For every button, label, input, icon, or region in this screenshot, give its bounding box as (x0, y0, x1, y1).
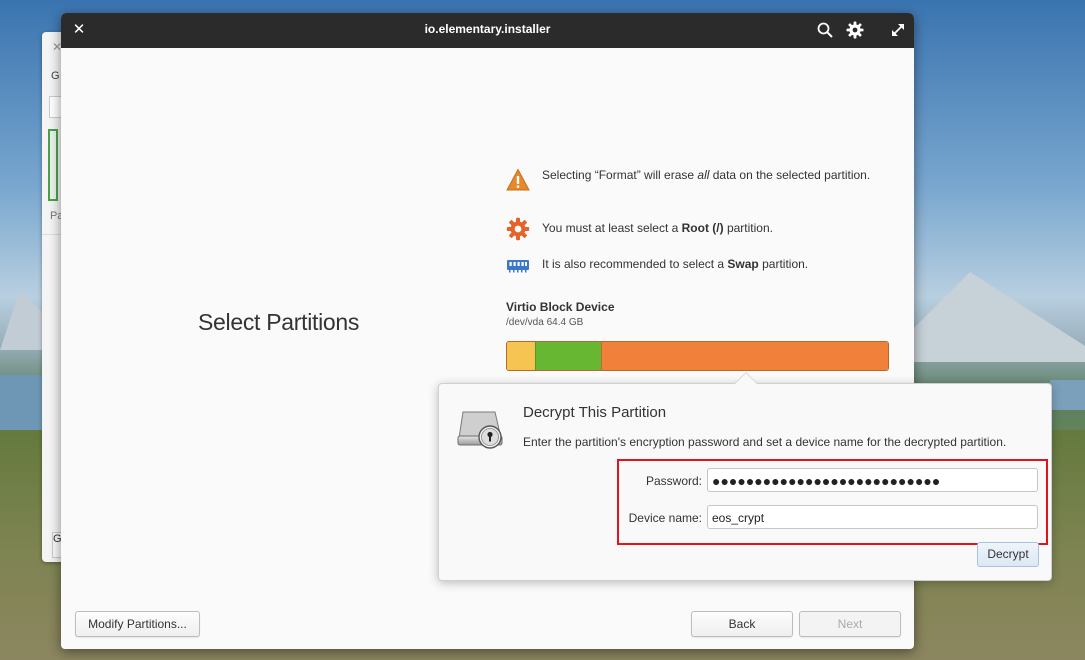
modify-partitions-button[interactable]: Modify Partitions... (75, 611, 200, 637)
memory-icon (507, 260, 529, 273)
partition-segment[interactable] (507, 342, 536, 370)
background-lake (1050, 380, 1085, 410)
titlebar: ✕ io.elementary.installer (61, 13, 914, 48)
partition-bar (506, 341, 889, 371)
device-name: Virtio Block Device (506, 300, 615, 314)
decrypt-popover: Decrypt This Partition Enter the partiti… (438, 372, 1052, 581)
next-button[interactable]: Next (799, 611, 901, 637)
close-button[interactable]: ✕ (71, 21, 87, 39)
device-name-label: Device name: (628, 511, 702, 525)
gear-icon[interactable] (846, 21, 864, 39)
partition-segment[interactable] (535, 342, 601, 370)
page-title: Select Partitions (198, 309, 360, 335)
popover-arrow (734, 372, 758, 384)
device-name-field[interactable]: eos_crypt (707, 505, 1038, 529)
search-icon[interactable] (816, 21, 834, 39)
password-field[interactable]: ●●●●●●●●●●●●●●●●●●●●●●●●●●● (707, 468, 1038, 492)
window-title: io.elementary.installer (424, 22, 551, 36)
popover-description: Enter the partition's encryption passwor… (523, 435, 1007, 449)
message-text: You must at least select a Root (/) part… (542, 221, 773, 235)
decrypt-button[interactable]: Decrypt (977, 542, 1039, 567)
maximize-icon[interactable] (889, 21, 907, 39)
password-label: Password: (645, 474, 702, 488)
encrypted-drive-icon (457, 411, 503, 449)
background-window-selection (48, 129, 58, 201)
message-text: Selecting “Format” will erase all data o… (542, 168, 871, 182)
back-button[interactable]: Back (691, 611, 793, 637)
gear-icon (506, 217, 530, 241)
device-info: /dev/vda 64.4 GB (506, 317, 584, 328)
message-text: It is also recommended to select a Swap … (542, 257, 809, 271)
background-window-text: G (51, 70, 60, 82)
partition-segment[interactable] (600, 342, 888, 370)
popover-title: Decrypt This Partition (523, 404, 667, 421)
warning-icon (506, 168, 530, 191)
